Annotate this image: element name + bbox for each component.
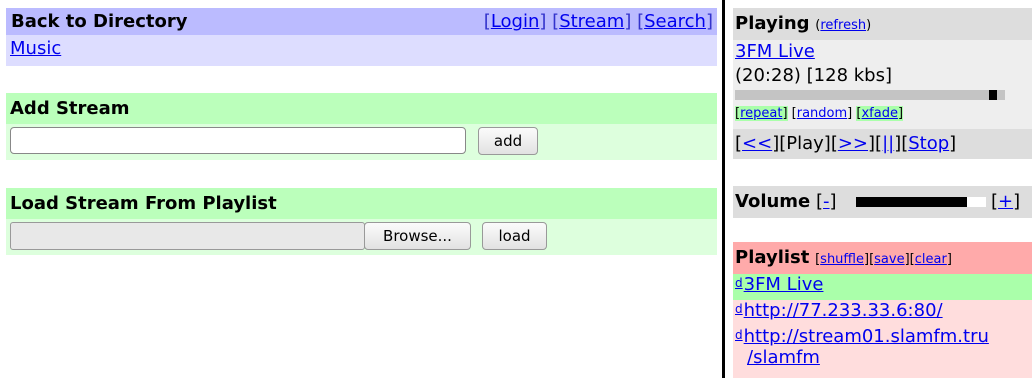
volume-slider[interactable]	[856, 197, 986, 207]
delete-item-link[interactable]: d	[735, 276, 743, 290]
previous-button[interactable]: <<	[742, 133, 772, 154]
current-track-link[interactable]: 3FM Live	[735, 41, 815, 62]
clear-link[interactable]: clear	[915, 252, 947, 267]
load-button[interactable]: load	[482, 222, 547, 250]
add-stream-header: Add Stream	[6, 93, 717, 124]
xfade-toggle[interactable]: xfade	[861, 106, 898, 121]
back-to-directory-link[interactable]: Back to Directory	[11, 11, 187, 32]
playlist-item: dhttp://stream01.slamfm.tru /slamfm	[733, 326, 1032, 378]
stream-url-input[interactable]	[10, 127, 466, 154]
add-button[interactable]: add	[478, 127, 538, 155]
now-playing-panel: 3FM Live (20:28) [128 kbs] [repeat] [ran…	[733, 40, 1032, 129]
breadcrumb: Music	[6, 35, 717, 66]
header-links: [Login] [Stream] [Search]	[483, 11, 713, 32]
load-stream-header: Load Stream From Playlist	[6, 188, 717, 219]
playlist-file-field[interactable]	[10, 222, 365, 250]
add-stream-title: Add Stream	[10, 98, 130, 119]
load-stream-title: Load Stream From Playlist	[10, 193, 277, 214]
volume-fill	[856, 197, 967, 207]
playlist-title: Playlist	[735, 247, 810, 268]
delete-item-link[interactable]: d	[735, 328, 743, 342]
playlist-item-link[interactable]: http://77.233.33.6:80/	[744, 300, 943, 321]
playback-options: [repeat] [random] [xfade]	[735, 106, 904, 121]
playing-title: Playing	[735, 13, 810, 34]
progress-bar[interactable]	[735, 90, 1005, 100]
playlist-item-link-continued[interactable]: /slamfm	[747, 347, 820, 368]
playlist-item: dhttp://77.233.33.6:80/	[733, 300, 1032, 326]
breadcrumb-music-link[interactable]: Music	[10, 38, 61, 59]
load-stream-form: Browse... load	[6, 219, 717, 255]
search-link[interactable]: Search	[644, 11, 706, 32]
track-info: (20:28) [128 kbs]	[735, 65, 892, 86]
directory-header: Back to Directory [Login] [Stream] [Sear…	[6, 8, 717, 35]
shuffle-link[interactable]: shuffle	[820, 252, 864, 267]
volume-down-button[interactable]: -	[823, 191, 830, 212]
volume-panel: Volume [-] [+]	[733, 186, 1032, 218]
stream-link[interactable]: Stream	[559, 11, 624, 32]
playlist-item-link[interactable]: 3FM Live	[744, 274, 824, 295]
volume-label: Volume	[735, 191, 811, 212]
delete-item-link[interactable]: d	[735, 302, 743, 316]
next-button[interactable]: >>	[838, 133, 868, 154]
add-stream-form: add	[6, 124, 717, 160]
playlist-item-current: d3FM Live	[733, 274, 1032, 300]
save-link[interactable]: save	[874, 252, 904, 267]
volume-up-button[interactable]: +	[998, 191, 1013, 212]
column-divider	[722, 0, 725, 378]
progress-marker[interactable]	[989, 90, 997, 100]
random-toggle[interactable]: random	[797, 106, 847, 121]
playlist-header: Playlist [shuffle][save][clear]	[733, 242, 1032, 274]
refresh-link[interactable]: refresh	[820, 18, 866, 33]
repeat-toggle[interactable]: repeat	[740, 106, 782, 121]
stop-button[interactable]: Stop	[908, 133, 949, 154]
login-link[interactable]: Login	[491, 11, 540, 32]
playback-controls: [<<][Play][>>][||][Stop]	[733, 129, 1032, 159]
browse-button[interactable]: Browse...	[364, 222, 471, 250]
play-button[interactable]: Play	[786, 133, 824, 154]
playlist-item-link[interactable]: http://stream01.slamfm.tru	[744, 326, 989, 347]
playing-header: Playing (refresh)	[733, 8, 1032, 40]
pause-button[interactable]: ||	[882, 133, 894, 154]
